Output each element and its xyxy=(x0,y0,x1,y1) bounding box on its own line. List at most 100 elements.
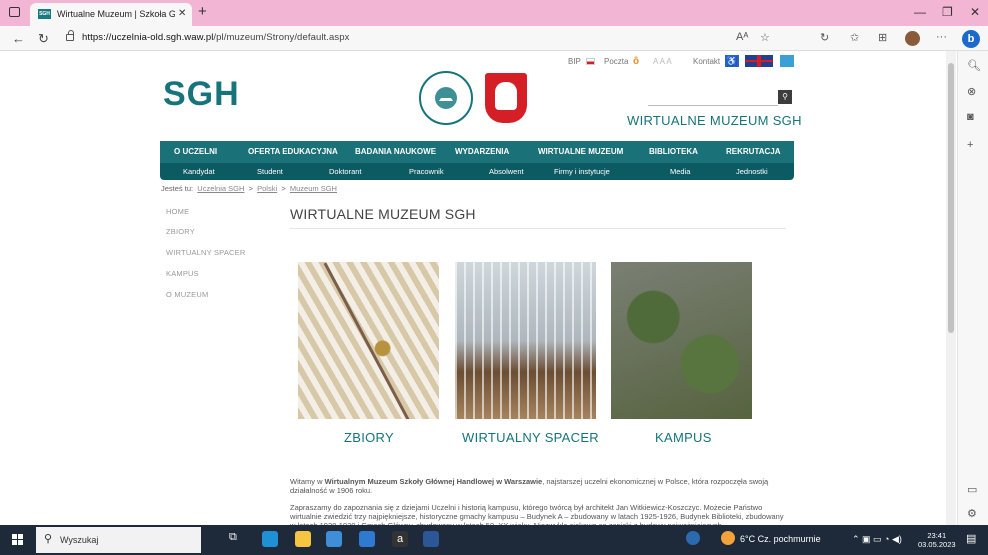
wirtualny-spacer-link[interactable]: WIRTUALNY SPACER xyxy=(462,430,599,445)
browser-tab[interactable]: SGH Wirtualne Muzeum | Szkoła Głów ✕ xyxy=(30,3,192,26)
favicon-icon: SGH xyxy=(38,9,51,19)
nav-absolwent[interactable]: Absolwent xyxy=(489,167,524,176)
new-tab-button[interactable]: + xyxy=(198,3,207,20)
nav-oferta-edukacyjna[interactable]: OFERTA EDUKACYJNA xyxy=(248,147,338,156)
nav-doktorant[interactable]: Doktorant xyxy=(329,167,362,176)
restore-icon[interactable]: ❐ xyxy=(942,5,953,19)
favorites-icon[interactable]: ✩ xyxy=(850,31,859,44)
polish-eagle-emblem-icon xyxy=(485,73,527,123)
more-menu-icon[interactable]: ··· xyxy=(936,31,947,43)
nav-o-uczelni[interactable]: O UCZELNI xyxy=(174,147,217,156)
sidebar-layout-icon[interactable]: ▭ xyxy=(967,483,977,496)
zbiory-link[interactable]: ZBIORY xyxy=(344,430,394,445)
help-icon[interactable] xyxy=(686,531,700,545)
back-icon[interactable]: ← xyxy=(12,31,25,46)
site-title: WIRTUALNE MUZEUM SGH xyxy=(627,113,802,128)
nav-jednostki[interactable]: Jednostki xyxy=(736,167,768,176)
clock-time: 23:41 xyxy=(927,531,947,540)
nav-wirtualne-muzeum[interactable]: WIRTUALNE MUZEUM xyxy=(538,147,623,156)
nav-rekrutacja[interactable]: REKRUTACJA xyxy=(726,147,781,156)
leftnav-zbiory[interactable]: ZBIORY xyxy=(166,227,195,236)
nav-student[interactable]: Student xyxy=(257,167,283,176)
tab-actions-icon[interactable] xyxy=(9,7,20,17)
breadcrumb-prefix: Jesteś tu: xyxy=(161,184,194,193)
minimize-icon[interactable]: — xyxy=(914,5,926,19)
windows-start-icon[interactable] xyxy=(12,534,24,546)
breadcrumb: Jesteś tu: Uczelnia SGH > Polski > Muzeu… xyxy=(161,184,337,193)
leftnav-wirtualny-spacer[interactable]: WIRTUALNY SPACER xyxy=(166,248,245,257)
font-size-links[interactable]: A A A xyxy=(653,57,672,66)
scrollbar-thumb[interactable] xyxy=(948,63,954,333)
mail-taskbar-icon[interactable] xyxy=(359,531,375,547)
nav-biblioteka[interactable]: BIBLIOTEKA xyxy=(649,147,698,156)
leftnav-home[interactable]: HOME xyxy=(166,207,189,216)
nav-firmy-i-instytucje[interactable]: Firmy i instytucje xyxy=(554,167,610,176)
contact-link[interactable]: Kontakt xyxy=(693,57,720,66)
refresh-icon[interactable]: ↻ xyxy=(38,31,49,47)
page-scrollbar[interactable] xyxy=(946,51,956,525)
office-icon[interactable]: ◙ xyxy=(967,111,974,123)
nav-kandydat[interactable]: Kandydat xyxy=(183,167,215,176)
taskbar-search-icon: ⚲ xyxy=(44,533,53,545)
read-aloud-icon[interactable]: Aᴬ xyxy=(736,31,748,43)
primary-nav: O UCZELNI OFERTA EDUKACYJNA BADANIA NAUK… xyxy=(160,141,794,163)
english-flag-icon[interactable] xyxy=(745,55,773,67)
accessibility-icon[interactable]: ♿ xyxy=(725,55,739,67)
search-sidebar-icon[interactable]: 🔍︎ xyxy=(967,59,981,72)
kampus-image[interactable] xyxy=(611,262,752,419)
breadcrumb-polski[interactable]: Polski xyxy=(257,184,277,193)
refresh-page-icon[interactable]: ↻ xyxy=(820,31,829,44)
close-tab-icon[interactable]: ✕ xyxy=(178,8,186,19)
wirtualny-spacer-image[interactable] xyxy=(455,262,596,419)
shopping-icon[interactable]: ⊗ xyxy=(967,85,976,98)
zbiory-image[interactable] xyxy=(298,262,439,419)
close-window-icon[interactable]: ✕ xyxy=(970,5,980,19)
nav-media[interactable]: Media xyxy=(670,167,690,176)
settings-icon[interactable]: ⚙ xyxy=(967,507,977,520)
address-bar-row: ← ↻ https://uczelnia-old.sgh.waw.pl/pl/m… xyxy=(0,26,988,51)
mail-link[interactable]: Poczta xyxy=(604,57,628,66)
university-seal-icon xyxy=(419,71,473,125)
url-field[interactable]: https://uczelnia-old.sgh.waw.pl/pl/muzeu… xyxy=(82,32,350,43)
file-explorer-icon[interactable] xyxy=(295,531,311,547)
add-sidebar-icon[interactable]: + xyxy=(967,139,973,151)
taskbar-search[interactable]: ⚲ Wyszukaj xyxy=(36,527,201,553)
url-path: /pl/muzeum/Strony/default.aspx xyxy=(213,32,350,43)
notifications-icon[interactable]: ▤ xyxy=(966,532,976,545)
web-page: SGH BIP Poczta ô A A A Kontakt ♿ ⚲ WIRTU… xyxy=(0,51,946,525)
breadcrumb-sep: > xyxy=(248,184,253,193)
collections-icon[interactable]: ⊞ xyxy=(878,31,887,44)
social-icon[interactable] xyxy=(780,55,794,67)
secondary-nav: Kandydat Student Doktorant Pracownik Abs… xyxy=(160,163,794,180)
intro-text-bold: Wirtualnym Muzeum Szkoły Głównej Handlow… xyxy=(324,477,543,486)
profile-avatar[interactable] xyxy=(905,31,920,46)
amazon-icon[interactable]: a xyxy=(392,531,408,547)
nav-badania-naukowe[interactable]: BADANIA NAUKOWE xyxy=(355,147,436,156)
breadcrumb-uczelnia[interactable]: Uczelnia SGH xyxy=(197,184,244,193)
leftnav-kampus[interactable]: KAMPUS xyxy=(166,269,199,278)
bing-icon[interactable]: b xyxy=(962,30,980,48)
intro-text-a: Witamy w xyxy=(290,477,325,486)
bip-flag-icon xyxy=(586,58,595,65)
add-favorite-icon[interactable]: ☆ xyxy=(760,31,770,44)
kampus-link[interactable]: KAMPUS xyxy=(655,430,712,445)
lock-icon[interactable] xyxy=(66,30,74,41)
weather-text[interactable]: 6°C Cz. pochmurnie xyxy=(740,534,821,544)
store-icon[interactable] xyxy=(326,531,342,547)
bip-link[interactable]: BIP xyxy=(568,57,581,66)
edge-taskbar-icon[interactable] xyxy=(262,531,278,547)
leftnav-o-muzeum[interactable]: O MUZEUM xyxy=(166,290,208,299)
nav-pracownik[interactable]: Pracownik xyxy=(409,167,444,176)
nav-wydarzenia[interactable]: WYDARZENIA xyxy=(455,147,509,156)
weather-icon[interactable] xyxy=(721,531,735,545)
breadcrumb-muzeum[interactable]: Muzeum SGH xyxy=(290,184,337,193)
url-host: https://uczelnia-old.sgh.waw.pl xyxy=(82,32,214,43)
task-view-icon[interactable]: ⧉ xyxy=(229,531,245,547)
word-icon[interactable] xyxy=(423,531,439,547)
site-search-input[interactable] xyxy=(648,105,778,106)
sgh-logo[interactable]: SGH xyxy=(163,75,240,114)
system-tray-icons[interactable]: ⌃ ▣ ▭ ◔ ◀) xyxy=(852,534,902,545)
search-icon[interactable]: ⚲ xyxy=(778,90,792,104)
title-divider xyxy=(290,228,786,229)
taskbar-clock[interactable]: 23:41 03.05.2023 xyxy=(918,531,956,549)
